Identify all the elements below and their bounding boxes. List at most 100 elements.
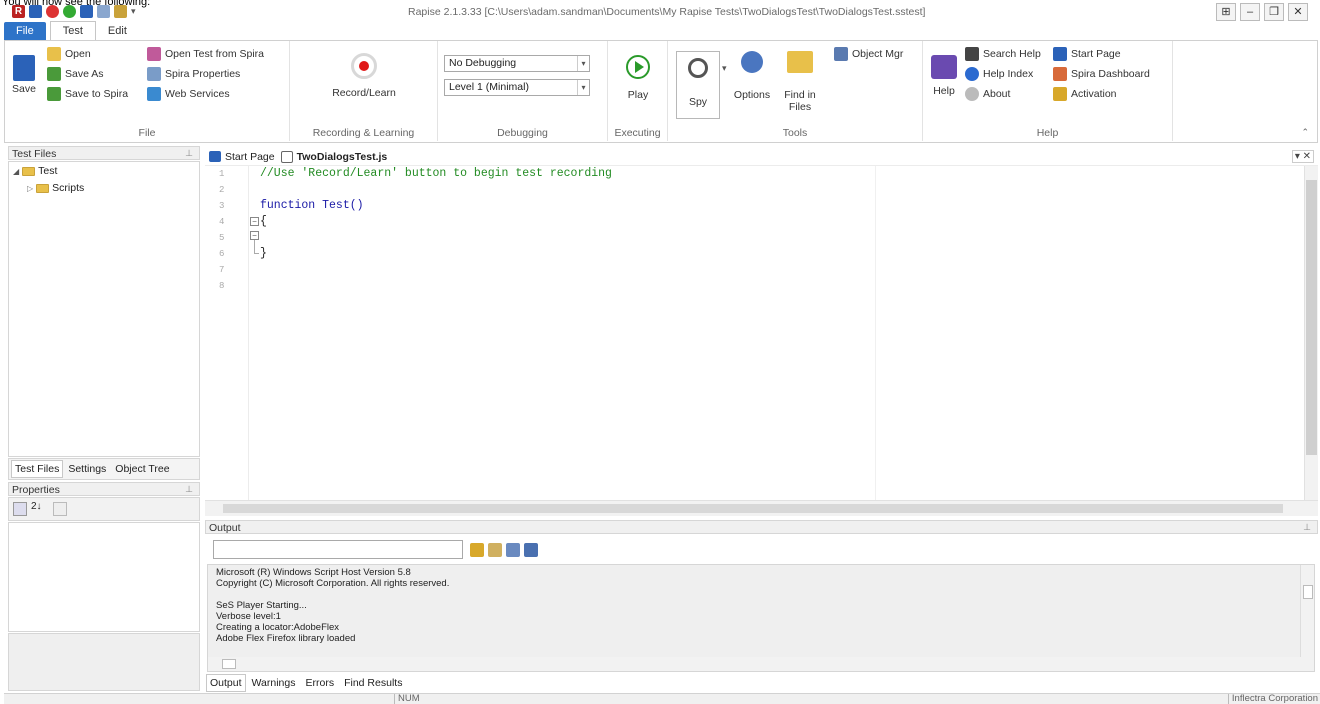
properties-toolbar: 2↓	[8, 497, 200, 521]
spira-dashboard-icon	[1053, 67, 1067, 81]
close-button[interactable]: ✕	[1288, 3, 1308, 21]
tab-find-results[interactable]: Find Results	[340, 674, 406, 692]
output-filter-input[interactable]	[213, 540, 463, 559]
save-to-spira-button[interactable]: Save to Spira	[47, 87, 128, 101]
scroll-thumb[interactable]	[223, 504, 1283, 513]
find-in-files-button[interactable]: Find in Files	[778, 51, 822, 113]
spira-save-icon	[47, 87, 61, 101]
activation-button[interactable]: Activation	[1053, 87, 1117, 101]
save-log-icon[interactable]	[524, 543, 538, 557]
output-header: Output ⊥	[205, 520, 1318, 534]
editor-menu-controls[interactable]: ▾ ✕	[1291, 150, 1314, 163]
record-icon[interactable]	[46, 5, 59, 18]
pin-icon[interactable]: ⊥	[185, 483, 193, 495]
help-group-label: Help	[1036, 127, 1059, 139]
play-icon[interactable]	[63, 5, 76, 18]
paste-icon[interactable]	[114, 5, 127, 18]
expand-arrow-icon[interactable]: ◢	[13, 167, 19, 176]
help-button[interactable]: Help	[927, 55, 961, 97]
about-icon	[965, 87, 979, 101]
about-button[interactable]: About	[965, 87, 1010, 101]
fold-toggle-icon[interactable]: −	[250, 231, 259, 240]
code-line-comment: //Use 'Record/Learn' button to begin tes…	[260, 167, 612, 180]
tree-item-test-label: Test	[38, 165, 58, 177]
copy-icon[interactable]	[97, 5, 110, 18]
open-from-spira-label: Open Test from Spira	[165, 48, 265, 60]
log-horizontal-scrollbar[interactable]	[208, 657, 1301, 671]
test-files-title: Test Files	[12, 148, 57, 160]
code-editor[interactable]: 1 2 3 4 5 6 7 8 − − //Use 'Record/Learn'…	[205, 166, 1318, 500]
play-button[interactable]: Play	[616, 55, 660, 101]
start-page-button[interactable]: Start Page	[1053, 47, 1121, 61]
tree-item-test[interactable]: ◢ Test	[13, 165, 57, 177]
record-large-icon	[351, 53, 377, 79]
alphabetical-icon[interactable]: 2↓	[31, 501, 42, 512]
quick-access-toolbar: R ▾	[12, 5, 136, 18]
save-button[interactable]: Save	[9, 55, 39, 95]
tab-output[interactable]: Output	[206, 674, 246, 692]
minimize-button[interactable]: –	[1240, 3, 1260, 21]
spira-properties-button[interactable]: Spira Properties	[147, 67, 240, 81]
output-log[interactable]: Microsoft (R) Windows Script Host Versio…	[207, 564, 1315, 672]
restore-button[interactable]: ❐	[1264, 3, 1284, 21]
save-all-icon[interactable]	[80, 5, 93, 18]
property-pages-icon[interactable]	[53, 502, 67, 516]
fold-toggle-icon[interactable]: −	[250, 217, 259, 226]
pin-icon[interactable]: ⊥	[185, 147, 193, 159]
debug-mode-select[interactable]: No Debugging ▾	[444, 55, 590, 72]
web-services-button[interactable]: Web Services	[147, 87, 230, 101]
save-large-icon	[13, 55, 35, 81]
tab-edit[interactable]: Edit	[96, 22, 139, 40]
customize-qat-icon[interactable]: ▾	[131, 6, 136, 17]
test-files-tree: ◢ Test ▷ Scripts	[8, 161, 200, 457]
open-button[interactable]: Open	[47, 47, 91, 61]
collapse-arrow-icon[interactable]: ▷	[27, 184, 33, 193]
find-icon[interactable]	[470, 543, 484, 557]
tab-script-file[interactable]: TwoDialogsTest.js	[280, 150, 387, 163]
editor-horizontal-scrollbar[interactable]	[205, 500, 1318, 516]
spy-button[interactable]: Spy	[676, 51, 720, 119]
chevron-down-icon: ▾	[577, 80, 589, 95]
verbosity-select[interactable]: Level 1 (Minimal) ▾	[444, 79, 590, 96]
search-help-button[interactable]: Search Help	[965, 47, 1041, 61]
tab-warnings[interactable]: Warnings	[248, 674, 300, 692]
object-mgr-button[interactable]: Object Mgr	[834, 47, 903, 61]
window-controls: ⊞ – ❐ ✕	[1216, 3, 1308, 21]
activation-label: Activation	[1071, 88, 1117, 100]
scroll-thumb[interactable]	[1303, 585, 1313, 599]
record-learn-button[interactable]: Record/Learn	[314, 53, 414, 99]
editor-vertical-scrollbar[interactable]	[1304, 166, 1318, 500]
properties-description	[8, 633, 200, 691]
scroll-thumb[interactable]	[222, 659, 236, 669]
folder-open-icon	[47, 47, 61, 61]
save-icon[interactable]	[29, 5, 42, 18]
tree-item-scripts-label: Scripts	[52, 182, 85, 194]
pin-icon[interactable]: ⊥	[1303, 521, 1311, 533]
editor-tabs: Start Page TwoDialogsTest.js ▾ ✕	[205, 148, 1318, 166]
log-vertical-scrollbar[interactable]	[1300, 565, 1314, 671]
tab-errors[interactable]: Errors	[302, 674, 339, 692]
spira-dashboard-button[interactable]: Spira Dashboard	[1053, 67, 1150, 81]
scroll-thumb[interactable]	[1306, 180, 1317, 455]
ribbon-toggle-button[interactable]: ⊞	[1216, 3, 1236, 21]
tab-settings[interactable]: Settings	[64, 460, 110, 478]
save-to-spira-label: Save to Spira	[65, 88, 129, 100]
collapse-ribbon-icon[interactable]: ⌃	[1301, 127, 1309, 138]
spy-dropdown-icon[interactable]: ▾	[722, 63, 727, 74]
options-button[interactable]: Options	[732, 51, 772, 101]
folder-icon	[36, 183, 50, 193]
debugging-group-label: Debugging	[497, 127, 548, 139]
tab-object-tree[interactable]: Object Tree	[111, 460, 173, 478]
open-from-spira-button[interactable]: Open Test from Spira	[147, 47, 264, 61]
categorized-icon[interactable]	[13, 502, 27, 516]
copy-icon[interactable]	[488, 543, 502, 557]
save-as-button[interactable]: Save As	[47, 67, 104, 81]
tab-file[interactable]: File	[4, 22, 46, 40]
clear-icon[interactable]	[506, 543, 520, 557]
tab-test-files[interactable]: Test Files	[11, 460, 64, 478]
tab-test[interactable]: Test	[49, 21, 96, 40]
tab-start-page[interactable]: Start Page	[209, 151, 275, 163]
right-margin-line	[875, 166, 876, 500]
tree-item-scripts[interactable]: ▷ Scripts	[27, 182, 84, 194]
help-index-button[interactable]: Help Index	[965, 67, 1033, 81]
